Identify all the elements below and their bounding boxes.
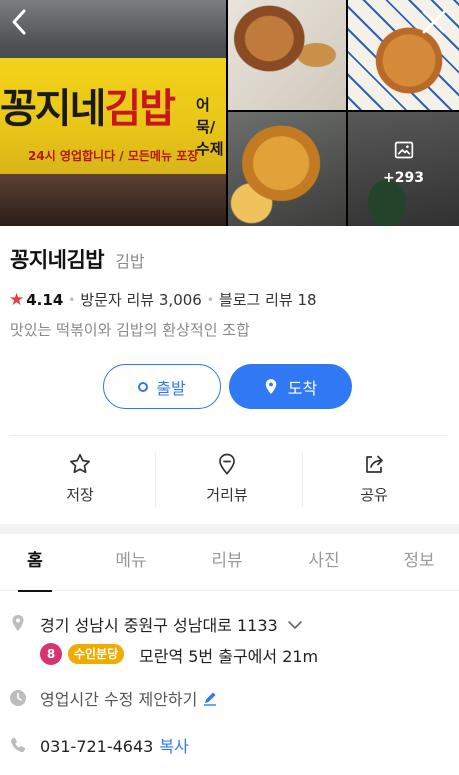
depart-label: 출발	[156, 378, 186, 398]
chevron-left-icon	[12, 9, 26, 35]
title-row: 꽁지네김밥 김밥	[10, 244, 145, 274]
subway-directions: 모란역 5번 출구에서 21m	[139, 647, 319, 666]
arrive-label: 도착	[287, 378, 318, 398]
phone-text: 031-721-4643 복사	[40, 733, 189, 757]
tab-menu[interactable]: 메뉴	[96, 534, 166, 591]
more-photos-tile[interactable]: +293	[348, 112, 459, 226]
section-divider	[0, 524, 459, 534]
separator-dot: •	[68, 292, 76, 307]
share-button[interactable]: 공유	[299, 436, 449, 524]
tab-info[interactable]: 정보	[384, 534, 454, 591]
share-icon	[366, 455, 383, 473]
origin-dot-icon	[138, 381, 149, 392]
tab-home[interactable]: 홈	[0, 534, 70, 592]
separator-dot: •	[206, 292, 214, 307]
action-bar: 저장 거리뷰 공유	[0, 436, 459, 524]
sidewalk	[0, 174, 226, 226]
address-text: 경기 성남시 중원구 성남대로 1133	[40, 612, 303, 636]
gallery-icon	[394, 141, 413, 159]
street-view-pin-icon	[219, 453, 235, 475]
more-photos-count: +293	[383, 170, 424, 186]
place-description: 맛있는 떡볶이와 김밥의 환상적인 조합	[10, 321, 250, 339]
location-pin-icon	[265, 378, 277, 394]
street-view-label: 거리뷰	[206, 486, 248, 504]
subway-line-tag: 수인분당	[68, 644, 125, 664]
clock-icon	[10, 690, 26, 706]
street-view-button[interactable]: 거리뷰	[152, 436, 302, 524]
phone-icon	[10, 737, 26, 753]
food-photo-3[interactable]	[228, 112, 346, 226]
hours-suggest-link[interactable]: 영업시간 수정 제안하기	[40, 686, 218, 710]
back-button[interactable]	[6, 8, 34, 36]
sign-side-text: 어묵/ 수제	[196, 96, 224, 158]
subway-line-badge: 8	[40, 643, 62, 665]
tab-bar: 홈 메뉴 리뷰 사진 정보	[0, 534, 459, 592]
more-photos: +293	[348, 140, 459, 186]
rating-value: 4.14	[26, 290, 64, 309]
sign-name: 꽁지네김밥	[0, 86, 176, 132]
edit-pencil-icon	[204, 692, 217, 706]
star-outline-icon	[70, 453, 90, 474]
close-button[interactable]	[420, 8, 448, 36]
visitor-reviews-link[interactable]: 방문자 리뷰 3,006	[80, 289, 201, 310]
blog-reviews-link[interactable]: 블로그 리뷰 18	[219, 289, 317, 310]
arrive-button[interactable]: 도착	[229, 364, 352, 409]
save-label: 저장	[66, 486, 94, 504]
sign-bottom-text: 24시 영업합니다 / 모든메뉴 포장	[28, 149, 199, 163]
share-label: 공유	[360, 486, 388, 504]
photo-gallery[interactable]: 꽁지네김밥 어묵/ 수제 24시 영업합니다 / 모든메뉴 포장 +293	[0, 0, 459, 226]
location-pin-icon	[12, 615, 24, 631]
tab-photos[interactable]: 사진	[289, 534, 359, 591]
food-photo-1[interactable]	[228, 0, 346, 110]
chevron-down-icon[interactable]	[287, 617, 303, 633]
tab-reviews[interactable]: 리뷰	[192, 534, 262, 591]
star-icon: ★	[9, 289, 25, 310]
review-summary: ★ 4.14 • 방문자 리뷰 3,006 • 블로그 리뷰 18	[9, 289, 317, 310]
place-category: 김밥	[115, 252, 145, 271]
phone-number[interactable]: 031-721-4643	[40, 737, 153, 756]
place-name: 꽁지네김밥	[10, 248, 105, 272]
depart-button[interactable]: 출발	[103, 364, 221, 409]
close-icon	[422, 10, 446, 34]
copy-phone-button[interactable]: 복사	[159, 737, 188, 756]
save-button[interactable]: 저장	[5, 436, 155, 524]
